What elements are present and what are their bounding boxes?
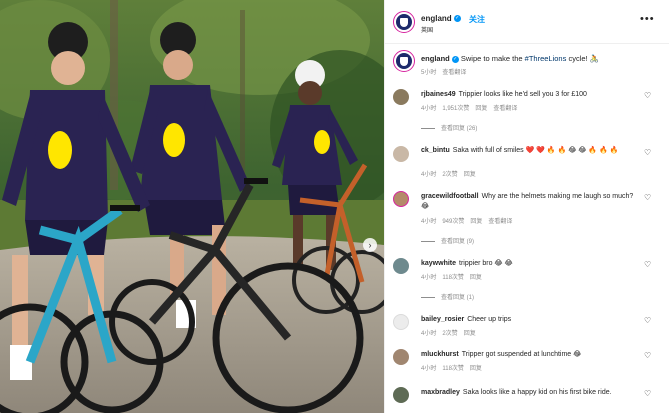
comment-likes[interactable]: 118次赞 (442, 275, 464, 281)
caption-meta: 5小时 查看翻译 (421, 67, 472, 76)
comment-item: mluckhurst Tripper got suspended at lunch… (385, 348, 669, 374)
view-replies-text[interactable]: 查看回复 (1) (441, 295, 474, 301)
comment-body: Trippier looks like he'd sell you 3 for … (458, 91, 587, 98)
like-heart-icon[interactable]: ♡ (644, 260, 651, 269)
comment-text: rjbaines49 Trippier looks like he'd sell … (421, 90, 641, 100)
comment-username[interactable]: gracewildfootball (421, 193, 479, 200)
reply-link[interactable]: 回复 (464, 172, 476, 178)
view-replies-link[interactable]: 查看回复 (9) (421, 236, 474, 245)
comment-time: 4小时 (421, 219, 437, 225)
reply-link[interactable]: 回复 (464, 331, 476, 337)
like-heart-icon[interactable]: ♡ (644, 389, 651, 398)
comment-text: ck_bintu Saka with full of smiles ❤️ ❤️ 🔥… (421, 146, 641, 156)
commenter-avatar[interactable] (393, 387, 409, 403)
commenter-avatar[interactable] (393, 146, 409, 162)
comment-body: Cheer up trips (467, 316, 512, 323)
see-translation-link[interactable]: 查看翻译 (442, 70, 466, 76)
comment-text: gracewildfootball Why are the helmets mak… (421, 192, 636, 212)
comment-username[interactable]: ck_bintu (421, 147, 450, 154)
caption-end: cycle! 🚴 (566, 54, 600, 63)
commenter-avatar[interactable] (393, 314, 409, 330)
view-replies-text[interactable]: 查看回复 (26) (441, 126, 477, 132)
comment-likes[interactable]: 2次赞 (442, 331, 457, 337)
caption-text: england ✓ Swipe to make the #ThreeLions c… (421, 54, 599, 63)
verified-icon: ✓ (453, 15, 461, 23)
comment-body: trippier bro 😂 😂 (459, 260, 513, 267)
comment-time: 4小时 (421, 331, 437, 337)
next-photo-button[interactable]: › (363, 238, 377, 252)
like-heart-icon[interactable]: ♡ (644, 148, 651, 157)
comment-text: kaywwhite trippier bro 😂 😂 (421, 259, 641, 269)
post-caption: england ✓ Swipe to make the #ThreeLions c… (385, 48, 669, 78)
comment-username[interactable]: rjbaines49 (421, 91, 456, 98)
commenter-avatar[interactable] (393, 349, 409, 365)
commenter-avatar[interactable] (393, 191, 409, 207)
comment-username[interactable]: maxbradley (421, 389, 460, 396)
comment-item: rjbaines49 Trippier looks like he'd sell … (385, 88, 669, 134)
comment-body: Saka with full of smiles ❤️ ❤️ 🔥 🔥 😂 😂 🔥… (452, 147, 619, 154)
comment-item: bailey_rosier Cheer up trips ♡ 4小时 2次赞 回复 (385, 313, 669, 339)
comment-likes[interactable]: 949次赞 (442, 219, 464, 225)
comment-meta: 4小时 118次赞 回复 (421, 363, 488, 372)
like-heart-icon[interactable]: ♡ (644, 91, 651, 100)
comment-time: 4小时 (421, 275, 437, 281)
like-heart-icon[interactable]: ♡ (644, 351, 651, 360)
comment-body: Saka looks like a happy kid on his first… (462, 389, 612, 396)
post-photo[interactable]: › (0, 0, 384, 413)
comment-meta: 4小时 949次赞 回复 查看翻译 (421, 216, 518, 225)
caption-avatar[interactable] (393, 50, 415, 72)
account-name-text[interactable]: england (421, 14, 452, 23)
comment-item: ck_bintu Saka with full of smiles ❤️ ❤️ 🔥… (385, 145, 669, 179)
like-heart-icon[interactable]: ♡ (644, 193, 651, 202)
comment-likes[interactable]: 1,951次赞 (442, 106, 469, 112)
commenter-avatar[interactable] (393, 89, 409, 105)
comment-meta: 4小时 1,951次赞 回复 查看翻译 (421, 103, 523, 112)
side-panel: england ✓ 关注 英国 ••• england ✓ Swipe to mak… (384, 0, 669, 413)
reply-link[interactable]: 回复 (470, 219, 482, 225)
comment-item: gracewildfootball Why are the helmets mak… (385, 190, 669, 245)
comment-username[interactable]: mluckhurst (421, 351, 459, 358)
comment-meta: 4小时 118次赞 回复 (421, 272, 488, 281)
caption-username[interactable]: england (421, 54, 450, 63)
team-cycling-photo (0, 0, 384, 413)
account-subtitle: 英国 (421, 28, 434, 34)
comment-body: Tripper got suspended at lunchtime 😂 (461, 351, 582, 358)
follow-button[interactable]: 关注 (469, 14, 485, 25)
hashtag-link[interactable]: #ThreeLions (525, 54, 567, 63)
reply-link[interactable]: 回复 (475, 106, 487, 112)
more-options-icon[interactable]: ••• (640, 13, 655, 25)
comment-meta: 4小时 2次赞 回复 (421, 169, 482, 178)
comment-item: maxbradley Saka looks like a happy kid on… (385, 386, 669, 413)
like-heart-icon[interactable]: ♡ (644, 316, 651, 325)
commenter-avatar[interactable] (393, 258, 409, 274)
comment-text: bailey_rosier Cheer up trips (421, 315, 641, 325)
chevron-right-icon: › (368, 239, 372, 250)
view-replies-link[interactable]: 查看回复 (1) (421, 292, 474, 301)
account-avatar[interactable] (393, 11, 415, 33)
view-replies-link[interactable]: 查看回复 (26) (421, 123, 477, 132)
see-translation-link[interactable]: 查看翻译 (493, 106, 517, 112)
comment-text: mluckhurst Tripper got suspended at lunch… (421, 350, 641, 360)
comment-likes[interactable]: 2次赞 (442, 172, 457, 178)
post-header: england ✓ 关注 英国 ••• (385, 0, 669, 44)
instagram-post-view: › england ✓ 关注 英国 ••• england ✓ Swipe to m… (0, 0, 669, 413)
comment-text: maxbradley Saka looks like a happy kid on… (421, 388, 641, 398)
view-replies-text[interactable]: 查看回复 (9) (441, 239, 474, 245)
verified-icon: ✓ (451, 55, 459, 63)
reply-link[interactable]: 回复 (470, 366, 482, 372)
comment-meta: 4小时 2次赞 回复 (421, 328, 482, 337)
comment-likes[interactable]: 118次赞 (442, 366, 464, 372)
account-name[interactable]: england ✓ (421, 14, 461, 23)
see-translation-link[interactable]: 查看翻译 (488, 219, 512, 225)
comment-time: 4小时 (421, 172, 437, 178)
caption-time: 5小时 (421, 70, 437, 76)
comment-time: 4小时 (421, 106, 437, 112)
caption-body: Swipe to make the (460, 54, 525, 63)
comment-time: 4小时 (421, 366, 437, 372)
comment-item: kaywwhite trippier bro 😂 😂 ♡ 4小时 118次赞 回复 查… (385, 257, 669, 303)
comment-username[interactable]: bailey_rosier (421, 316, 464, 323)
reply-link[interactable]: 回复 (470, 275, 482, 281)
comment-username[interactable]: kaywwhite (421, 260, 456, 267)
